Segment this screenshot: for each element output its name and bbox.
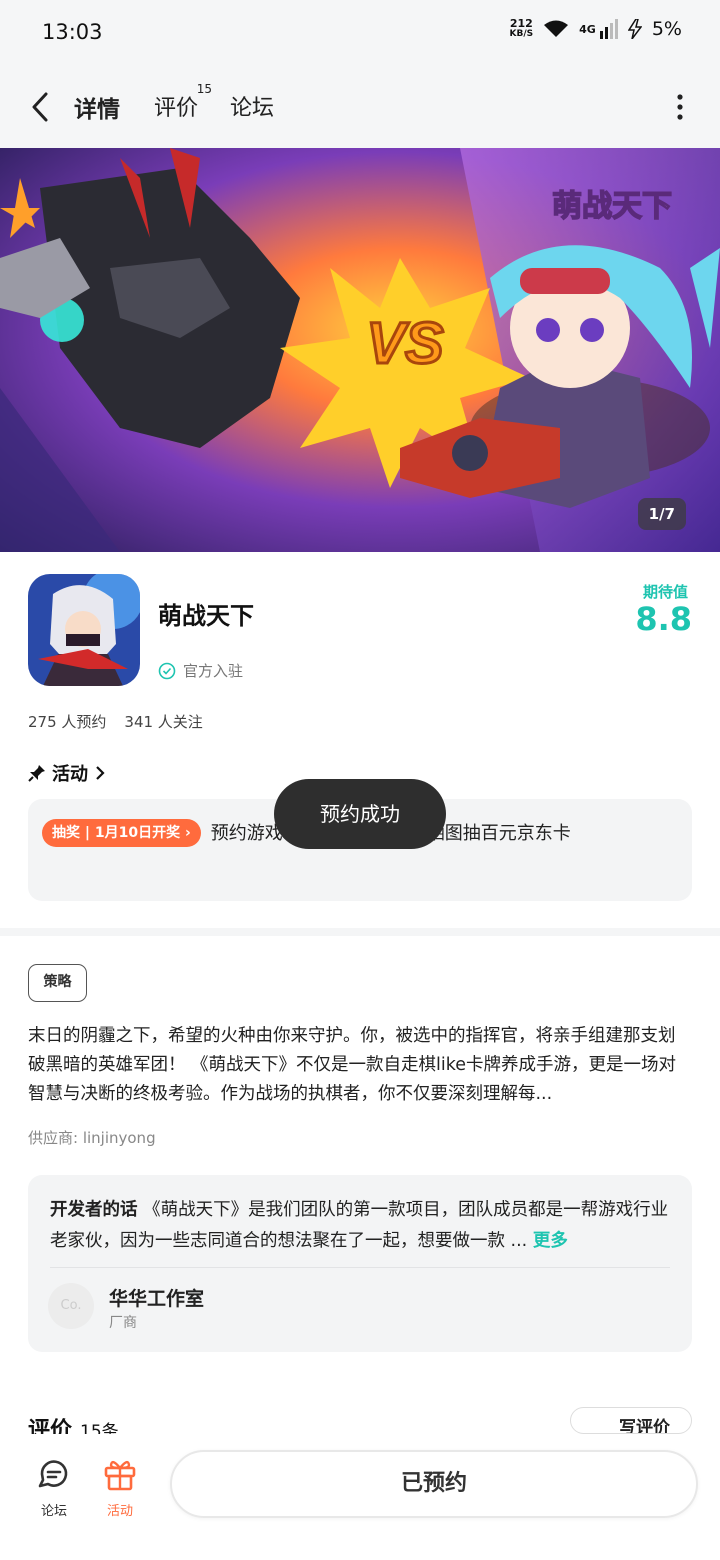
developer-message: 开发者的话 《萌战天下》是我们团队的第一款项目，团队成员都是一帮游戏行业老家伙，… <box>50 1200 669 1251</box>
more-link[interactable]: 更多 <box>533 1231 568 1251</box>
tab-review[interactable]: 评价 15 <box>154 82 212 122</box>
gift-icon <box>104 1460 136 1491</box>
official-badge: 官方入驻 <box>158 660 243 681</box>
pin-icon <box>28 765 45 782</box>
top-nav: 详情 评价 15 论坛 <box>0 66 720 148</box>
developer-card[interactable]: 开发者的话 《萌战天下》是我们团队的第一款项目，团队成员都是一帮游戏行业老家伙，… <box>28 1175 692 1352</box>
toast-message: 预约成功 <box>274 779 446 849</box>
banner-artwork: VS 萌战天下 <box>0 148 720 552</box>
more-options-icon[interactable] <box>676 94 684 120</box>
follower-count: 341 人关注 <box>124 713 203 731</box>
carousel-counter: 1/7 <box>637 498 686 530</box>
reservation-count: 275 人预约 <box>28 713 107 731</box>
app-name: 萌战天下 <box>158 602 254 630</box>
bottom-action-bar: 论坛 活动 已预约 <box>0 1434 720 1560</box>
tab-forum[interactable]: 论坛 <box>230 90 274 122</box>
activity-section-header[interactable]: 活动 <box>28 760 106 786</box>
status-bar: 13:03 212 KB/S 4G 5% <box>0 0 720 66</box>
wifi-icon <box>544 20 569 37</box>
lottery-badge: 抽奖 | 1月10日开奖 › <box>42 819 201 847</box>
app-stats: 275 人预约 341 人关注 <box>28 711 203 732</box>
review-count: 15条 <box>80 1422 119 1434</box>
verified-check-icon <box>158 662 176 679</box>
net-speed: 212 KB/S <box>509 17 534 39</box>
tab-detail[interactable]: 详情 <box>71 90 123 124</box>
app-icon <box>28 574 140 686</box>
section-divider <box>0 928 720 936</box>
expect-score: 8.8 <box>635 600 692 638</box>
genre-tag[interactable]: 策略 <box>28 964 87 1002</box>
studio-avatar[interactable]: Co. <box>48 1283 94 1329</box>
activity-button[interactable]: 活动 <box>90 1456 150 1519</box>
reserved-button[interactable]: 已预约 <box>170 1450 698 1518</box>
studio-name[interactable]: 华华工作室 <box>109 1284 204 1311</box>
chevron-right-icon <box>96 766 105 780</box>
write-review-button[interactable]: 写评价 <box>570 1407 692 1434</box>
vs-text: VS <box>366 311 444 376</box>
screenshot-carousel[interactable]: VS 萌战天下 1/7 <box>0 148 720 552</box>
forum-icon <box>38 1460 68 1488</box>
charging-icon <box>627 19 642 39</box>
developer-divider <box>50 1267 670 1268</box>
reviews-header[interactable]: 评价 15条 <box>28 1412 119 1434</box>
status-icons: 212 KB/S 4G 5% <box>510 18 682 40</box>
battery-level: 5% <box>651 18 682 40</box>
status-time: 13:03 <box>42 20 103 44</box>
network-label: 4G <box>579 22 596 36</box>
back-icon[interactable] <box>26 88 56 126</box>
game-description[interactable]: 末日的阴霾之下，希望的火种由你来守护。你，被选中的指挥官，将亲手组建那支划破黑暗… <box>28 1022 692 1109</box>
supplier-info: 供应商: linjinyong <box>28 1129 156 1147</box>
review-count-badge: 15 <box>196 82 213 96</box>
banner-logo-text: 萌战天下 <box>552 189 672 224</box>
signal-icon <box>599 19 618 39</box>
studio-role: 厂商 <box>109 1315 137 1331</box>
expect-label: 期待值 <box>642 583 688 601</box>
forum-button[interactable]: 论坛 <box>24 1456 84 1519</box>
